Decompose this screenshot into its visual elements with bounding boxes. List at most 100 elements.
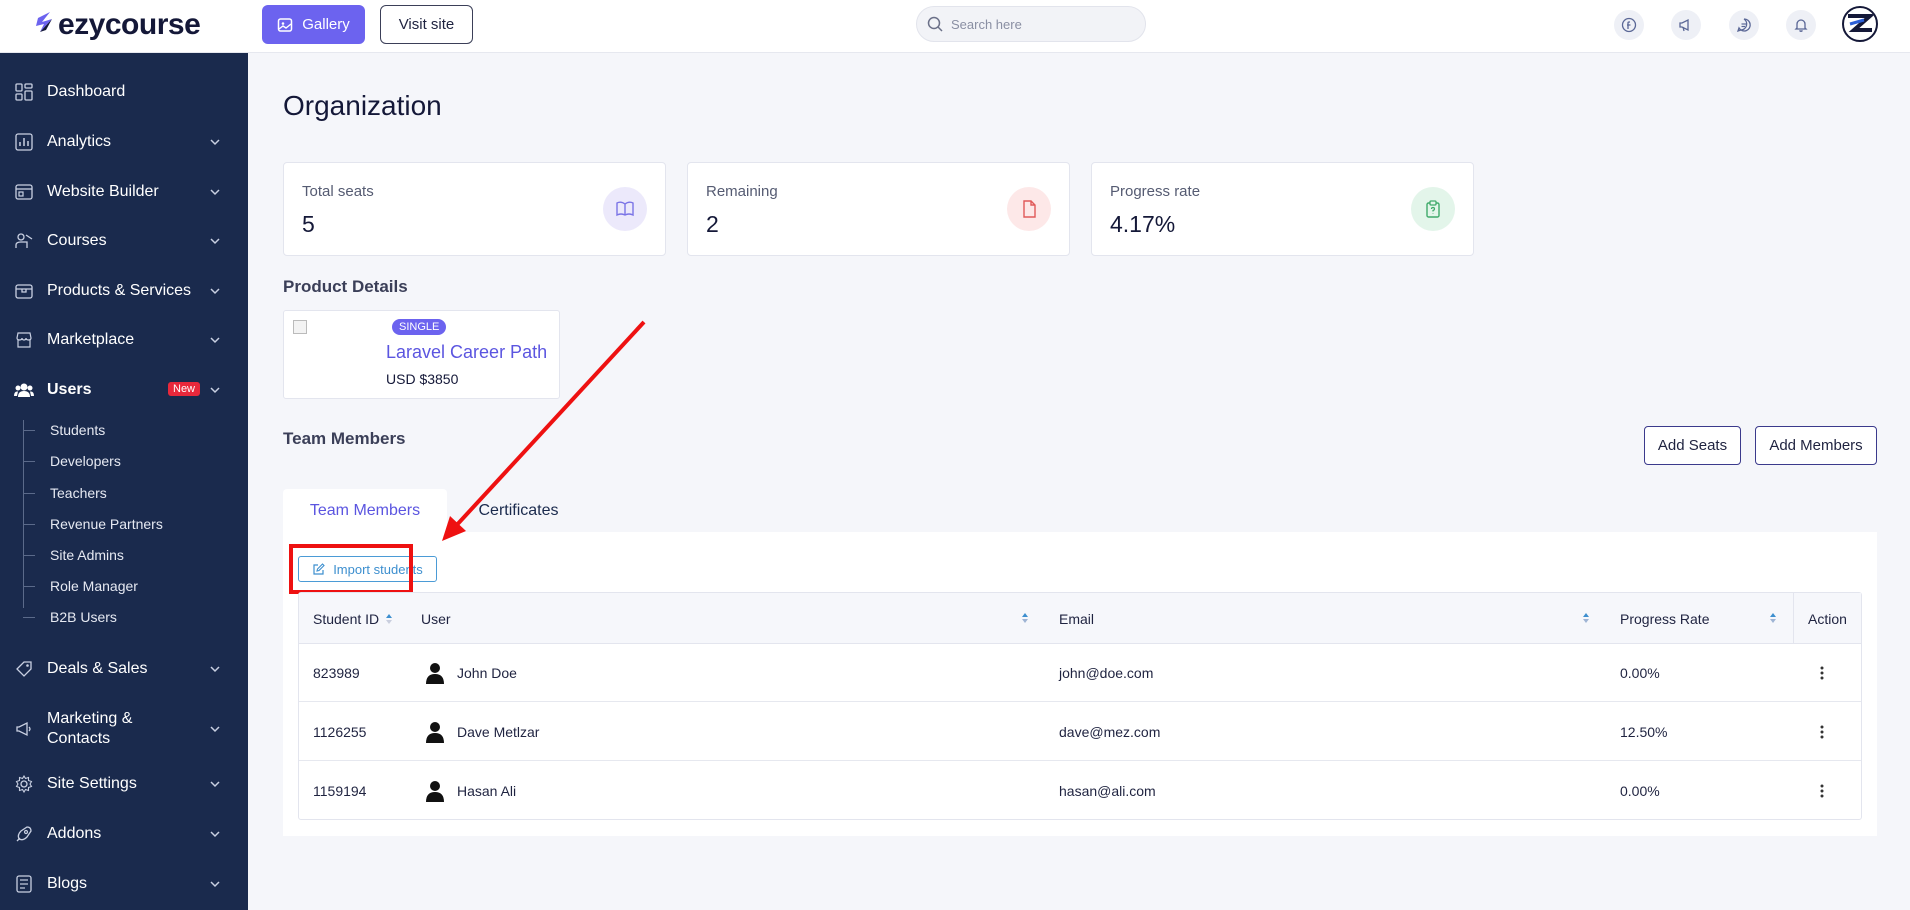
product-price: USD $3850 [386, 371, 459, 387]
table-row[interactable]: 1126255 Dave Metlzar dave@mez.com 12.50% [299, 703, 1861, 761]
visit-site-button[interactable]: Visit site [380, 5, 473, 44]
cell-user-name[interactable]: John Doe [457, 644, 517, 702]
addons-icon [14, 824, 34, 844]
sidebar-subitem-revenue-partners[interactable]: Revenue Partners [50, 514, 163, 534]
sidebar-item-site-settings[interactable]: Site Settings [0, 764, 248, 804]
sidebar-subitem-developers[interactable]: Developers [50, 451, 121, 471]
cell-user-name[interactable]: Hasan Ali [457, 762, 516, 820]
product-details-title: Product Details [283, 277, 408, 296]
sidebar-item-marketplace[interactable]: Marketplace [0, 320, 248, 360]
new-badge: New [168, 382, 201, 396]
sidebar-item-label: Dashboard [47, 83, 126, 100]
sort-icon[interactable] [1769, 612, 1777, 624]
table-row[interactable]: 823989 John Doe john@doe.com 0.00% [299, 644, 1861, 702]
cell-student-id: 1159194 [313, 783, 367, 799]
submenu-tick [23, 586, 35, 587]
column-divider [1793, 593, 1794, 644]
megaphone-icon[interactable] [1671, 10, 1701, 40]
annotation-highlight-box [289, 544, 413, 594]
table-row[interactable]: 1159194 Hasan Ali hasan@ali.com 0.00% [299, 762, 1861, 820]
column-header-student-id[interactable]: Student ID [313, 593, 393, 644]
product-card[interactable]: SINGLE Laravel Career Path USD $3850 [283, 310, 560, 399]
more-actions-icon[interactable] [1815, 724, 1829, 740]
sidebar-item-label: Addons [47, 825, 102, 842]
product-name-link[interactable]: Laravel Career Path [386, 342, 547, 363]
sidebar-subitem-role-manager[interactable]: Role Manager [50, 576, 138, 596]
more-actions-icon[interactable] [1815, 783, 1829, 799]
sidebar-item-website-builder[interactable]: Website Builder [0, 172, 248, 212]
submenu-tick [23, 461, 35, 462]
submenu-tick [23, 617, 35, 618]
add-seats-button[interactable]: Add Seats [1644, 426, 1741, 465]
sort-icon[interactable] [1582, 612, 1590, 624]
products-icon [14, 281, 34, 301]
stat-label: Remaining [706, 183, 778, 200]
stat-label: Total seats [302, 183, 374, 200]
clipboard-icon [1411, 187, 1455, 231]
sidebar-item-products-services[interactable]: Products & Services [0, 271, 248, 311]
chevron-down-icon [210, 337, 220, 344]
profile-avatar[interactable] [1842, 6, 1878, 42]
sidebar-item-deals-sales[interactable]: Deals & Sales [0, 649, 248, 689]
cell-user-name[interactable]: Dave Metlzar [457, 703, 539, 761]
column-header-email[interactable]: Email [1059, 593, 1094, 644]
chevron-down-icon [210, 831, 220, 838]
sidebar-item-courses[interactable]: Courses [0, 221, 248, 261]
book-icon [603, 187, 647, 231]
tab-certificates[interactable]: Certificates [447, 489, 590, 532]
stat-card-progress-rate: Progress rate 4.17% [1091, 162, 1474, 256]
add-members-button[interactable]: Add Members [1755, 426, 1877, 465]
website-builder-icon [14, 182, 34, 202]
sidebar-item-addons[interactable]: Addons [0, 814, 248, 854]
submenu-tick [23, 430, 35, 431]
cell-email: john@doe.com [1059, 665, 1154, 681]
team-members-table: Student ID User Email Progress Rate Acti… [298, 592, 1862, 820]
header-label: Action [1808, 610, 1847, 627]
bell-icon[interactable] [1786, 10, 1816, 40]
gallery-button[interactable]: Gallery [262, 5, 365, 44]
chevron-down-icon [210, 781, 220, 788]
chevron-down-icon [210, 387, 220, 394]
cell-progress: 0.00% [1620, 665, 1660, 681]
chat-icon[interactable] [1729, 10, 1759, 40]
cell-student-id: 823989 [313, 665, 360, 681]
product-type-badge: SINGLE [392, 319, 447, 335]
chevron-down-icon [210, 726, 220, 733]
stat-card-remaining: Remaining 2 [687, 162, 1070, 256]
search-input[interactable] [951, 16, 1121, 32]
sidebar-item-dashboard[interactable]: Dashboard [0, 72, 248, 112]
sidebar-item-marketing-contacts[interactable]: Marketing & Contacts [0, 707, 248, 751]
sidebar-subitem-teachers[interactable]: Teachers [50, 483, 107, 503]
header-label: Email [1059, 610, 1095, 627]
column-header-action: Action [1808, 593, 1847, 644]
sidebar-item-blogs[interactable]: Blogs [0, 864, 248, 904]
chevron-down-icon [210, 189, 220, 196]
sidebar-item-users[interactable]: Users New [0, 370, 248, 410]
users-icon [14, 380, 34, 400]
sidebar-item-label: Deals & Sales [47, 660, 148, 677]
sidebar-item-label: Products & Services [47, 282, 192, 299]
stat-value: 2 [706, 211, 719, 237]
column-header-progress-rate[interactable]: Progress Rate [1620, 593, 1709, 644]
courses-icon [14, 231, 34, 251]
sidebar-subitem-students[interactable]: Students [50, 420, 105, 440]
search-box[interactable] [916, 6, 1146, 42]
avatar-logo-icon [1848, 14, 1876, 32]
sidebar-subitem-b2b-users[interactable]: B2B Users [50, 607, 117, 627]
sidebar-item-label: Blogs [47, 875, 88, 892]
facebook-icon[interactable] [1614, 10, 1644, 40]
gallery-label: Gallery [302, 16, 350, 33]
chevron-down-icon [210, 139, 220, 146]
sidebar-subitem-site-admins[interactable]: Site Admins [50, 545, 124, 565]
cell-email: dave@mez.com [1059, 724, 1161, 740]
tab-team-members[interactable]: Team Members [283, 489, 447, 532]
column-header-user[interactable]: User [421, 593, 451, 644]
sidebar-item-analytics[interactable]: Analytics [0, 122, 248, 162]
cell-progress: 0.00% [1620, 783, 1660, 799]
cell-email: hasan@ali.com [1059, 783, 1156, 799]
brand-logo[interactable]: ezycourse [34, 8, 201, 42]
stat-label: Progress rate [1110, 183, 1201, 200]
more-actions-icon[interactable] [1815, 665, 1829, 681]
sort-icon[interactable] [1021, 612, 1029, 624]
settings-icon [14, 774, 34, 794]
